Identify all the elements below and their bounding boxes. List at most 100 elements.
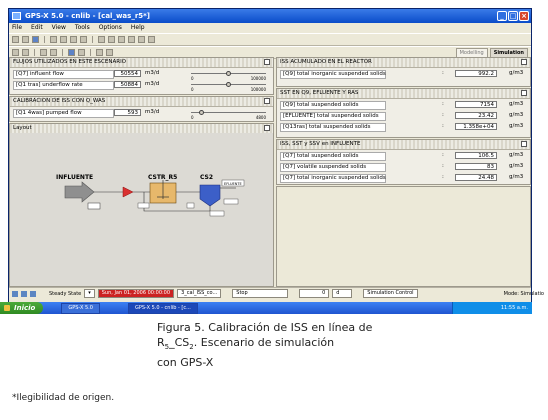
flag-icon[interactable] [148, 36, 155, 43]
was-tag[interactable] [186, 202, 195, 209]
taskbar-item-active[interactable]: GPS-X 5.0 - cnlib - [c... [127, 302, 198, 314]
calibration-value-input[interactable]: 593 [114, 109, 141, 116]
colon: : [442, 163, 444, 169]
clarifier-icon[interactable] [199, 184, 221, 207]
iss-influent-value: 83 [455, 163, 497, 170]
layout-icon[interactable] [96, 49, 103, 56]
iss-influent-unit: g/m3 [509, 163, 524, 169]
iss-influent-title: ISS, SST y SSV en INFLUENTE [280, 141, 361, 147]
sst-label: [EFLUENTE] total suspended solids [280, 112, 386, 121]
slider-knob[interactable] [199, 110, 204, 115]
app-icon [12, 12, 21, 20]
menu-options[interactable]: Options [99, 23, 122, 33]
steady-state-label: Steady State [49, 290, 82, 297]
steady-state-toggle[interactable]: ▾ [84, 289, 95, 298]
iss-reactor-title: ISS ACUMULADO EN EL REACTOR [280, 59, 372, 65]
iss-influent-unit: g/m3 [509, 152, 524, 158]
toolbar-separator [44, 36, 45, 43]
iss-reactor-label: [Q9] total inorganic suspended solids [280, 70, 386, 79]
calibration-slider[interactable]: 0 4800 [191, 110, 266, 120]
waste-tag[interactable] [209, 210, 225, 217]
open-icon[interactable] [22, 36, 29, 43]
stop-unit-select[interactable]: d [332, 289, 353, 298]
simulation-control-button[interactable]: Simulation Control [363, 289, 418, 298]
flow-unit: m3/d [145, 81, 160, 87]
control-icon[interactable] [68, 49, 75, 56]
edit-icon[interactable] [521, 59, 527, 65]
figure-caption: Figura 5. Calibración de ISS en línea de… [157, 320, 437, 370]
edit-icon[interactable] [521, 90, 527, 96]
slider-knob[interactable] [226, 82, 231, 87]
flow-slider[interactable]: 0 100000 [191, 71, 266, 81]
iss-influent-label: [Q7] total inorganic suspended solids [280, 174, 386, 183]
colon: : [442, 123, 444, 129]
ras-tag[interactable] [137, 202, 150, 209]
edit-icon[interactable] [264, 98, 270, 104]
pause-icon[interactable] [21, 290, 27, 297]
menu-view[interactable]: View [52, 23, 66, 33]
sst-value: 7154 [455, 101, 497, 108]
close-button[interactable]: × [519, 11, 529, 21]
grid-icon[interactable] [128, 36, 135, 43]
edit-icon[interactable] [521, 141, 527, 147]
edit-icon[interactable] [264, 59, 270, 65]
menu-help[interactable]: Help [131, 23, 145, 33]
cut-icon[interactable] [60, 36, 67, 43]
influent-arrow-icon[interactable] [64, 181, 95, 203]
influent-tag[interactable] [87, 202, 101, 210]
windows-taskbar: Inicio GPS-X 5.0 GPS-X 5.0 - cnlib - [c.… [0, 302, 532, 314]
plant-layout-diagram: INFLUENTE CSTR_R5 CS2 EFLUENTE [56, 174, 245, 217]
run-icon[interactable] [12, 49, 19, 56]
minimize-button[interactable]: _ [497, 11, 507, 21]
table-icon[interactable] [50, 49, 57, 56]
flow-label: [Q7] influent flow [13, 70, 114, 79]
forward-icon[interactable] [118, 36, 125, 43]
start-button[interactable]: Inicio [0, 302, 44, 314]
maximize-button[interactable]: □ [508, 11, 518, 21]
clock: 11:55 a.m. [500, 305, 528, 311]
colon: : [442, 70, 444, 76]
flow-value-input[interactable]: 50884 [114, 81, 141, 88]
menu-file[interactable]: File [12, 23, 22, 33]
new-icon[interactable] [12, 36, 19, 43]
underflow-tag[interactable] [223, 198, 239, 205]
sst-row: [Q13ras] total suspended solids : 1.358e… [277, 121, 530, 132]
menu-edit[interactable]: Edit [31, 23, 43, 33]
iss-influent-label: [Q7] total suspended solids [280, 152, 386, 161]
play-icon[interactable] [12, 290, 18, 297]
flow-slider[interactable]: 0 100000 [191, 82, 266, 92]
flow-unit: m3/d [145, 70, 160, 76]
scenario-select[interactable]: 3_cal_ISS_co... [177, 289, 222, 298]
cstr-reactor-icon[interactable] [149, 180, 177, 204]
zoom-icon[interactable] [98, 36, 105, 43]
edit-icon[interactable] [264, 125, 270, 131]
paste-icon[interactable] [80, 36, 87, 43]
caption-line-1: Figura 5. Calibración de ISS en línea de [157, 321, 373, 334]
chart-icon[interactable] [40, 49, 47, 56]
stop-select[interactable]: Stop [232, 289, 289, 298]
sst-value: 1.358e+04 [455, 123, 497, 130]
stop-value-input[interactable]: 0 [299, 289, 330, 298]
plot-icon[interactable] [106, 49, 113, 56]
pump-icon[interactable] [122, 186, 134, 198]
slider-min: 0 [191, 115, 194, 120]
slider-min: 0 [191, 87, 194, 92]
pause-icon[interactable] [22, 49, 29, 56]
title-bar[interactable]: GPS-X 5.0 - cnlib - [cal_was_r5*] _ □ × [9, 9, 531, 23]
sst-unit: g/m3 [509, 112, 524, 118]
save-icon[interactable] [32, 36, 39, 43]
sst-panel: SST EN Q9, EFLUENTE Y RAS [Q9] total sus… [276, 88, 531, 138]
colon: : [442, 152, 444, 158]
print-icon[interactable] [50, 36, 57, 43]
toolbar-separator [92, 36, 93, 43]
text-icon[interactable] [138, 36, 145, 43]
flow-value-input[interactable]: 50554 [114, 70, 141, 77]
iss-reactor-value: 992.2 [455, 70, 497, 77]
reset-icon[interactable] [30, 290, 36, 297]
menu-tools[interactable]: Tools [75, 23, 90, 33]
taskbar-item[interactable]: GPS-X 5.0 [61, 302, 100, 314]
copy-icon[interactable] [70, 36, 77, 43]
slider-knob[interactable] [226, 71, 231, 76]
back-icon[interactable] [108, 36, 115, 43]
list-icon[interactable] [78, 49, 85, 56]
